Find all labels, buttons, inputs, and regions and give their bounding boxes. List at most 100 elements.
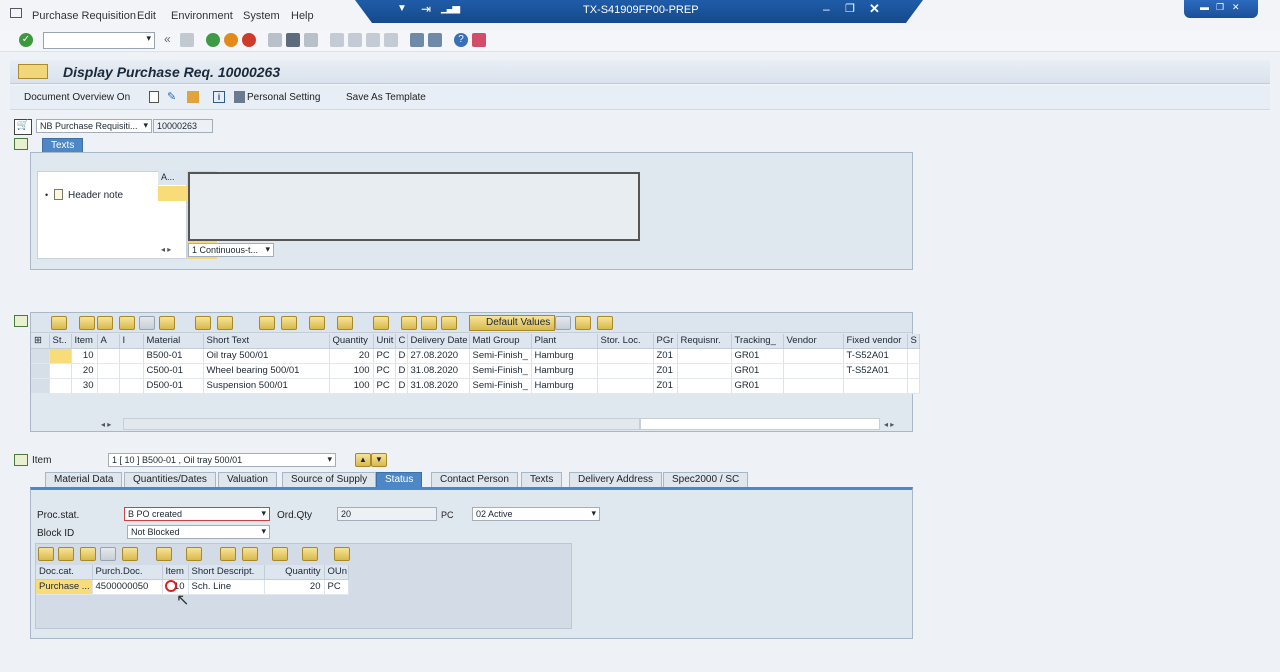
menu-environment[interactable]: Environment [171,10,233,22]
cell-purch-doc[interactable]: 4500000050 [92,579,163,595]
document-overview-button[interactable]: Document Overview On [24,92,130,103]
system-menu-icon[interactable] [10,8,22,18]
cell-tracking[interactable]: GR01 [731,363,784,379]
status-select[interactable]: 02 Active [472,507,600,521]
document-type-select[interactable]: NB Purchase Requisiti... [36,119,152,133]
header-note-selected-cell[interactable] [158,186,187,201]
outer-restore-icon[interactable]: ❐ [1216,2,1224,13]
close-icon[interactable]: ✕ [869,1,880,17]
cell-item[interactable]: 20 [71,363,98,379]
fo-views-icon[interactable] [272,547,288,561]
row-selector[interactable] [31,363,50,379]
print-preview-icon[interactable] [259,316,275,330]
help-icon[interactable]: ? [454,33,468,47]
menu-edit[interactable]: Edit [137,10,156,22]
cell-a[interactable] [97,348,120,364]
new-document-icon[interactable] [149,91,159,103]
tab-delivery-address[interactable]: Delivery Address [569,472,663,487]
outer-close-icon[interactable]: ✕ [1232,2,1240,13]
cancel-icon[interactable] [242,33,256,47]
cell-matl-group[interactable]: Semi-Finish_ [469,348,532,364]
cell-stor-loc[interactable] [597,363,654,379]
grid-find-icon[interactable] [119,316,135,330]
item-detail-collapse-icon[interactable] [14,454,28,466]
cell-a[interactable] [97,378,120,394]
table-row[interactable]: 10 B500-01 Oil tray 500/01 20 PC D 27.08… [31,348,920,364]
cell-s[interactable] [907,378,920,394]
cell-stor-loc[interactable] [597,348,654,364]
tab-contact-person[interactable]: Contact Person [431,472,518,487]
cell-short-text[interactable]: Wheel bearing 500/01 [203,363,330,379]
cell-c[interactable]: D [395,378,408,394]
cell-material[interactable]: D500-01 [143,378,204,394]
outer-minimize-icon[interactable]: ▬ [1200,2,1209,12]
default-values-button[interactable]: Default Values [469,315,556,331]
fo-print-icon[interactable] [220,547,236,561]
cell-requisnr[interactable] [677,348,732,364]
cell-s[interactable] [907,348,920,364]
tab-valuation[interactable]: Valuation [218,472,277,487]
menu-help[interactable]: Help [291,10,314,22]
add-row-icon[interactable] [401,316,417,330]
col-header-oun[interactable]: OUn [324,565,349,580]
personal-setting-button[interactable]: Personal Setting [247,92,320,103]
sort-desc-icon[interactable] [97,316,113,330]
last-page-icon[interactable] [384,33,398,47]
previous-page-icon[interactable] [348,33,362,47]
col-header-s[interactable]: S [907,334,920,349]
enter-check-icon[interactable]: ✓ [19,33,33,47]
scroll-left-right-icon[interactable]: ◂ ▸ [161,245,171,254]
cell-vendor[interactable] [783,348,844,364]
text-editor[interactable] [188,172,640,241]
tab-quantities-dates[interactable]: Quantities/Dates [124,472,216,487]
cell-status[interactable] [49,363,72,379]
item-selector-select[interactable]: 1 [ 10 ] B500-01 , Oil tray 500/01 [108,453,336,467]
cell-vendor[interactable] [783,363,844,379]
cell-unit[interactable]: PC [373,363,396,379]
fo-sum-icon[interactable] [156,547,172,561]
col-header-a[interactable]: A [97,334,120,349]
new-session-icon[interactable] [410,33,424,47]
cell-tracking[interactable]: GR01 [731,378,784,394]
cell-pgr[interactable]: Z01 [653,378,678,394]
cell-quantity[interactable]: 100 [329,363,374,379]
print-icon[interactable] [268,33,282,47]
tab-spec2000[interactable]: Spec2000 / SC [663,472,749,487]
fo-find-icon[interactable] [80,547,96,561]
col-header-doc-cat[interactable]: Doc.cat. [36,565,93,580]
cell-s[interactable] [907,363,920,379]
items-collapse-icon[interactable] [14,315,28,327]
cell-i[interactable] [119,363,144,379]
views-icon[interactable] [309,316,325,330]
col-header-vendor[interactable]: Vendor [783,334,844,349]
col-header-c[interactable]: C [395,334,408,349]
delete-row-icon[interactable] [421,316,437,330]
previous-item-button[interactable]: ▲ [355,453,371,467]
cell-oun[interactable]: PC [324,579,349,595]
disabled-icon[interactable] [555,316,571,330]
horizontal-scrollbar-track[interactable] [640,418,880,430]
cell-requisnr[interactable] [677,378,732,394]
ord-qty-field[interactable]: 20 [337,507,437,521]
col-header-requisnr[interactable]: Requisnr. [677,334,732,349]
cell-short-text[interactable]: Suspension 500/01 [203,378,330,394]
sum-icon[interactable] [195,316,211,330]
col-header-purch-doc[interactable]: Purch.Doc. [92,565,163,580]
cell-quantity[interactable]: 20 [329,348,374,364]
save-as-template-button[interactable]: Save As Template [346,92,426,103]
fo-find-next-icon[interactable] [100,547,116,561]
row-selector-header[interactable]: ⊞ [31,334,50,349]
first-page-icon[interactable] [330,33,344,47]
cell-a[interactable] [97,363,120,379]
command-field[interactable] [43,32,155,49]
header-collapse-icon[interactable] [14,138,28,150]
cell-item[interactable]: 10 [71,348,98,364]
col-header-fo-quantity[interactable]: Quantity [264,565,325,580]
col-header-st[interactable]: St.. [49,334,72,349]
cell-c[interactable]: D [395,348,408,364]
tab-material-data[interactable]: Material Data [45,472,123,487]
cell-material[interactable]: C500-01 [143,363,204,379]
double-chevron-left-icon[interactable]: « [164,32,171,46]
find-icon[interactable] [286,33,300,47]
cell-matl-group[interactable]: Semi-Finish_ [469,363,532,379]
